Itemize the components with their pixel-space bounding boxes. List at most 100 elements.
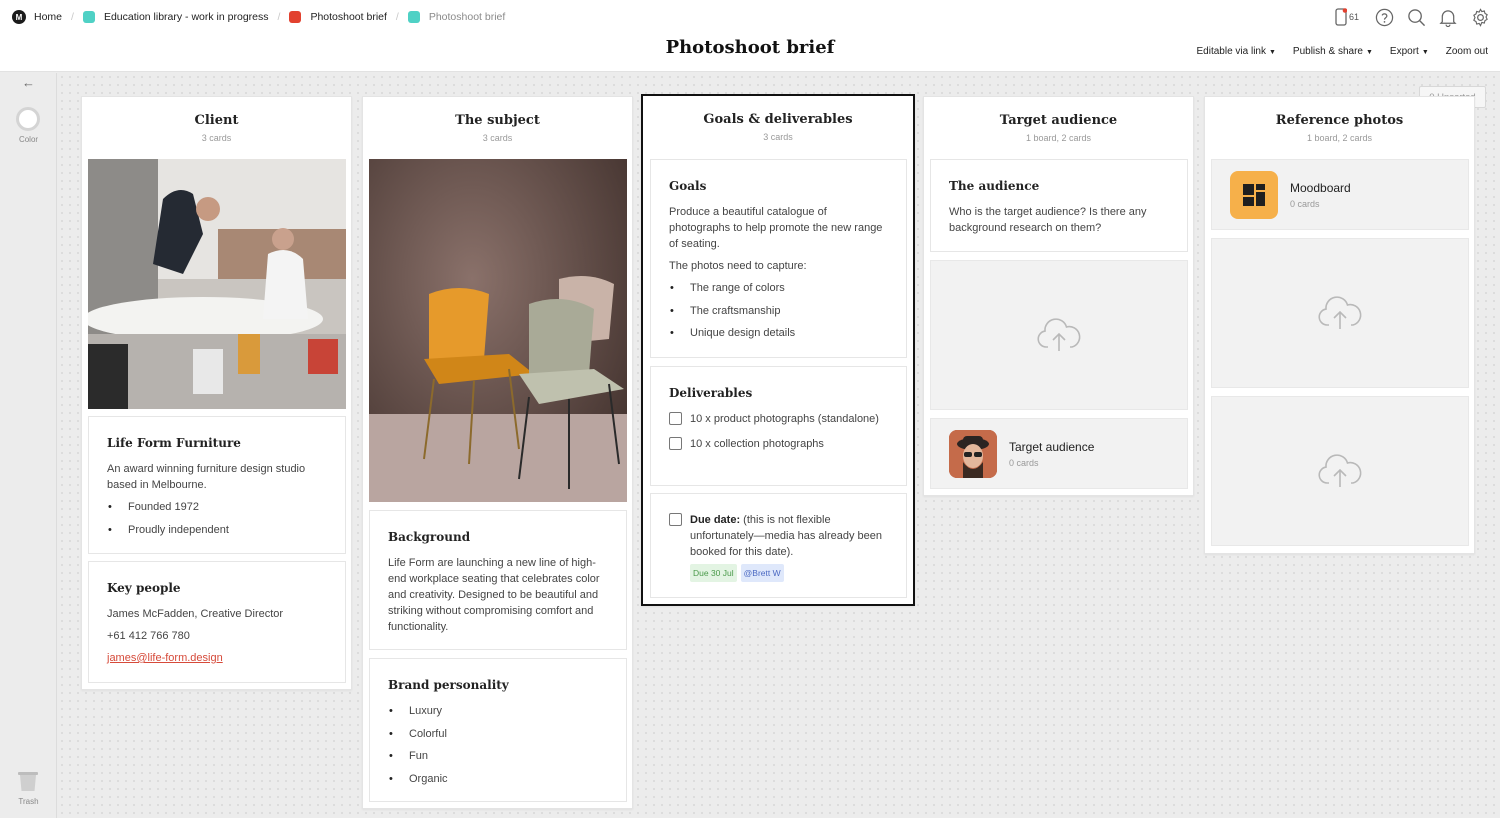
editable-via-link-menu[interactable]: Editable via link ▼ (1197, 46, 1276, 57)
task-bold: Due date: (690, 514, 741, 526)
board-color-icon (82, 11, 95, 23)
note-life-form-furniture[interactable]: Life Form Furniture An award winning fur… (88, 416, 346, 554)
note-text: An award winning furniture design studio… (107, 463, 306, 491)
column-title: Reference photos (1275, 113, 1404, 128)
board-moodboard[interactable]: Moodboard 0 cards (1211, 159, 1469, 230)
contact-phone: +61 412 766 780 (107, 630, 190, 642)
column-count: 3 cards (763, 132, 793, 142)
image-upload-placeholder[interactable] (1211, 238, 1469, 388)
publish-share-menu[interactable]: Publish & share ▼ (1293, 46, 1373, 57)
color-picker[interactable] (16, 107, 40, 131)
photo-chairs[interactable] (369, 159, 627, 502)
checkbox[interactable] (669, 513, 682, 526)
board-info: Moodboard 0 cards (1290, 181, 1351, 209)
task-due-date[interactable]: Due date: (this is not flexible unfortun… (650, 493, 907, 598)
note-list: Founded 1972 Proudly independent (107, 499, 327, 538)
list-item: Luxury (388, 703, 608, 719)
trash-button[interactable] (17, 770, 39, 797)
board-info: Target audience 0 cards (1009, 440, 1094, 468)
note-deliverables[interactable]: Deliverables 10 x product photographs (s… (650, 366, 907, 486)
device-button[interactable]: 61 (1332, 7, 1362, 27)
search-icon (1407, 8, 1425, 26)
breadcrumb-home-label: Home (34, 11, 63, 23)
board-count: 0 cards (1009, 457, 1039, 468)
settings-button[interactable] (1470, 7, 1490, 27)
task-text: Due date: (this is not flexible unfortun… (690, 512, 888, 582)
breadcrumb-home[interactable]: M Home (12, 10, 62, 24)
checkbox[interactable] (669, 437, 682, 450)
list-item: Founded 1972 (107, 499, 327, 515)
menu-label: Editable via link (1196, 46, 1266, 57)
breadcrumb-label: Photoshoot brief (428, 11, 506, 23)
portrait-image (949, 429, 997, 478)
note-list: Luxury Colorful Fun Organic (388, 703, 608, 787)
checklist-text: 10 x product photographs (standalone) (690, 413, 879, 425)
contact-email-link[interactable]: james@life-form.design (107, 652, 223, 664)
trash-icon (18, 772, 38, 791)
note-background[interactable]: Background Life Form are launching a new… (369, 510, 627, 650)
image-upload-placeholder[interactable] (1211, 396, 1469, 546)
export-menu[interactable]: Export ▼ (1390, 46, 1429, 57)
header-actions: 61 (1320, 7, 1490, 27)
search-button[interactable] (1406, 7, 1426, 27)
bell-icon (1439, 9, 1457, 27)
chevron-down-icon: ▼ (1365, 49, 1373, 56)
notifications-button[interactable] (1438, 7, 1458, 27)
device-count: 61 (1348, 12, 1359, 22)
help-button[interactable] (1374, 7, 1394, 27)
checklist-item: 10 x collection photographs (669, 436, 888, 452)
column-header: Reference photos 1 board, 2 cards (1205, 97, 1474, 159)
board-name: Target audience (1009, 439, 1095, 454)
note-title: The audience (949, 179, 1040, 193)
moodboard-icon (1230, 170, 1278, 219)
checkbox[interactable] (669, 412, 682, 425)
board-color-icon (289, 11, 302, 23)
menu-label: Publish & share (1292, 46, 1363, 57)
due-date-tag[interactable]: Due 30 Jul (690, 564, 737, 582)
note-title: Life Form Furniture (107, 436, 241, 450)
column-header: The subject 3 cards (363, 97, 632, 159)
breadcrumb-separator: / (277, 11, 281, 23)
logo-icon: M (12, 10, 26, 24)
list-item: Fun (388, 748, 608, 764)
column-title: Goals & deliverables (703, 112, 853, 127)
breadcrumb-separator: / (395, 11, 399, 23)
note-goals[interactable]: Goals Produce a beautiful catalogue of p… (650, 159, 907, 358)
note-text: Life Form are launching a new line of hi… (388, 557, 600, 633)
left-rail: ← Color Trash (0, 73, 57, 818)
note-text: Who is the target audience? Is there any… (949, 206, 1147, 234)
gear-icon (1472, 7, 1488, 27)
column-header: Client 3 cards (82, 97, 351, 159)
chevron-down-icon: ▼ (1268, 49, 1276, 56)
breadcrumb-current[interactable]: Photoshoot brief (407, 11, 506, 23)
chevron-down-icon: ▼ (1421, 49, 1429, 56)
column-header: Goals & deliverables 3 cards (643, 96, 913, 158)
breadcrumb-education-library[interactable]: Education library - work in progress (82, 11, 269, 23)
breadcrumb-label: Education library - work in progress (103, 11, 269, 23)
checklist-item: 10 x product photographs (standalone) (669, 411, 888, 427)
mention-tag[interactable]: @Brett W (740, 564, 784, 582)
note-brand-personality[interactable]: Brand personality Luxury Colorful Fun Or… (369, 658, 627, 802)
board-name: Moodboard (1290, 180, 1351, 195)
note-key-people[interactable]: Key people James McFadden, Creative Dire… (88, 561, 346, 683)
breadcrumb-photoshoot-parent[interactable]: Photoshoot brief (289, 11, 387, 23)
note-text: The photos need to capture: (669, 260, 807, 272)
note-the-audience[interactable]: The audience Who is the target audience?… (930, 159, 1188, 252)
note-title: Key people (107, 581, 181, 595)
column-header: Target audience 1 board, 2 cards (924, 97, 1193, 159)
back-arrow-icon[interactable]: ← (22, 75, 35, 90)
image-upload-placeholder[interactable] (930, 260, 1188, 410)
avatar (949, 429, 997, 478)
board-target-audience[interactable]: Target audience 0 cards (930, 418, 1188, 489)
menu-label: Export (1389, 46, 1419, 57)
column-title: Target audience (999, 113, 1118, 128)
color-label: Color (18, 135, 39, 144)
zoom-out-button[interactable]: Zoom out (1446, 46, 1488, 57)
task-item: Due date: (this is not flexible unfortun… (669, 512, 888, 582)
trash-label: Trash (18, 797, 39, 806)
board-count: 0 cards (1290, 198, 1320, 209)
breadcrumb-separator: / (71, 11, 74, 23)
photo-designers-at-table[interactable] (88, 159, 346, 409)
device-icon (1335, 8, 1347, 26)
column-count: 3 cards (482, 133, 513, 143)
